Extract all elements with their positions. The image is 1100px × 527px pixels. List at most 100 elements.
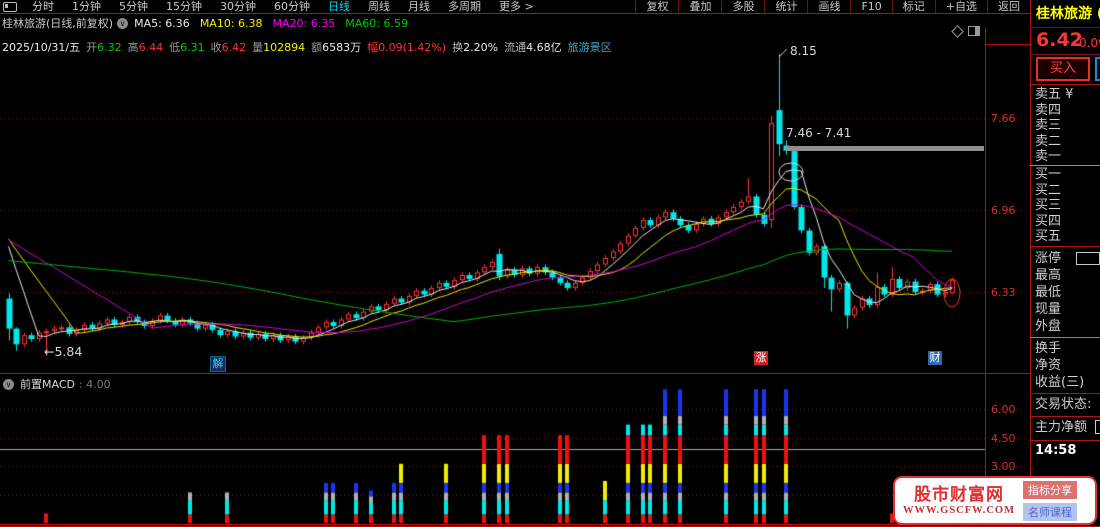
top-right-menu: 复权 叠加 多股 统计 画线 F10 标记 +自选 返回 [635, 0, 1030, 13]
nav-label: 净资 [1035, 358, 1062, 373]
bid-ask-divider [1030, 165, 1100, 166]
menu-back[interactable]: 返回 [987, 0, 1030, 13]
tab-1min[interactable]: 1分钟 [63, 0, 110, 13]
watermark-badge-indicator: 指标分享 [1023, 480, 1077, 499]
bid-5[interactable]: 买五 [1035, 229, 1061, 245]
badge-jie: 解 [210, 356, 226, 372]
macd-axis-600: 6.00 [991, 403, 1016, 416]
ma10-label: MA10: 6.38 [199, 16, 263, 30]
axis-top-line [985, 44, 1030, 45]
bid-levels: 买一 买二 买三 买四 买五 [1035, 167, 1061, 245]
menu-f10[interactable]: F10 [850, 0, 891, 13]
limit-up-value-box [1076, 252, 1100, 265]
ma-info-row: 桂林旅游(日线,前复权) ∨ MA5: 6.36 MA10: 6.38 MA20… [2, 15, 418, 31]
last-price: 6.42 [1036, 29, 1083, 51]
ask-2[interactable]: 卖二 [1035, 134, 1073, 150]
sub-panel-header: ∨ 前置MACD : 4.00 [3, 376, 111, 392]
panel-left-border [1030, 0, 1031, 527]
float-cap-value: 流通4.68亿 [504, 41, 562, 54]
trade-status-row: 交易状态: [1035, 396, 1091, 413]
menu-duogu[interactable]: 多股 [721, 0, 764, 13]
gap-range-annotation: 7.46 - 7.41 [786, 126, 852, 140]
window-icon[interactable] [3, 1, 17, 12]
panel-divider [0, 373, 1030, 374]
outer-vol-label: 外盘 [1035, 319, 1062, 334]
menu-huaxian[interactable]: 画线 [807, 0, 850, 13]
badge-zhang: 涨 [754, 351, 768, 365]
ma60-label: MA60: 6.59 [345, 16, 408, 30]
menu-biaoji[interactable]: 标记 [891, 0, 935, 13]
sector-tag[interactable]: 旅游景区 [568, 39, 612, 55]
high-value: 高6.44 [127, 41, 164, 54]
tab-5min[interactable]: 5分钟 [110, 0, 157, 13]
bottom-edge [0, 525, 1100, 527]
tab-60min[interactable]: 60分钟 [265, 0, 319, 13]
chevron-down-icon[interactable]: ∨ [3, 378, 14, 390]
market-time: 14:58 [1035, 443, 1077, 458]
bid-4[interactable]: 买四 [1035, 214, 1061, 230]
eps-label: 收益(三) [1035, 375, 1085, 390]
panel-divider [1030, 337, 1100, 338]
tab-30min[interactable]: 30分钟 [211, 0, 265, 13]
quote-info-1: 涨停 最高 最低 现量 外盘 [1035, 250, 1061, 335]
ask-1[interactable]: 卖一 [1035, 149, 1073, 165]
chart-canvas[interactable] [0, 0, 1100, 527]
tab-15min[interactable]: 15分钟 [157, 0, 211, 13]
indicator-name: 前置MACD [20, 378, 75, 391]
watermark-badge-course: 名师课程 [1023, 502, 1077, 521]
price-change: 0.09 [1079, 36, 1100, 50]
peak-price-annotation: 8.15 [790, 44, 817, 58]
panel-divider [1030, 27, 1100, 28]
ask-3[interactable]: 卖三 [1035, 118, 1073, 134]
suspension-bar [786, 146, 984, 151]
quote-info-2: 换手 净资 收益(三) [1035, 340, 1084, 391]
main-flow-label: 主力净额 [1035, 420, 1088, 435]
tab-weekly[interactable]: 周线 [359, 0, 399, 13]
panel-divider [1030, 416, 1100, 417]
open-value: 开6.32 [86, 41, 122, 54]
menu-divider [0, 13, 1030, 14]
tab-daily[interactable]: 日线 [319, 0, 359, 13]
ohlc-info-row: 2025/10/31/五 开6.32 高6.44 低6.31 收6.42 量10… [2, 39, 618, 55]
price-axis-line [985, 28, 986, 525]
volume-value: 量102894 [252, 41, 306, 54]
tab-monthly[interactable]: 月线 [399, 0, 439, 13]
panel-divider [1030, 54, 1100, 55]
indicator-param: : 4.00 [78, 377, 111, 391]
high-label: 最高 [1035, 268, 1062, 283]
tab-fenshi[interactable]: 分时 [23, 0, 63, 13]
badge-cai: 财 [928, 351, 942, 365]
buy-button[interactable]: 买入 [1036, 57, 1090, 81]
price-axis-633: 6.33 [991, 286, 1016, 299]
bid-2[interactable]: 买二 [1035, 183, 1061, 199]
ma5-label: MA5: 6.36 [134, 16, 190, 30]
trade-status-label: 交易状态: [1035, 397, 1092, 412]
macd-axis-300: 3.00 [991, 460, 1016, 473]
split-window-icon[interactable] [968, 26, 980, 36]
limit-up-label: 涨停 [1035, 251, 1062, 266]
tab-multi-period[interactable]: 多周期 [439, 0, 490, 13]
turnover-label: 换手 [1035, 341, 1062, 356]
trade-date: 2025/10/31/五 [2, 41, 81, 54]
menu-tongji[interactable]: 统计 [764, 0, 807, 13]
menu-add-watchlist[interactable]: +自选 [934, 0, 987, 13]
low-price-annotation: ←5.84 [44, 344, 83, 359]
diamond-icon[interactable] [951, 25, 964, 38]
bid-1[interactable]: 买一 [1035, 167, 1061, 183]
sell-button[interactable] [1095, 57, 1100, 81]
price-axis-696: 6.96 [991, 204, 1016, 217]
tab-more[interactable]: 更多 > [490, 0, 543, 13]
ask-5[interactable]: 卖五 ¥ [1035, 87, 1073, 103]
bid-3[interactable]: 买三 [1035, 198, 1061, 214]
chevron-down-icon[interactable]: ∨ [117, 17, 129, 29]
main-flow-icon [1095, 420, 1100, 434]
ask-4[interactable]: 卖四 [1035, 103, 1073, 119]
macd-axis-450: 4.50 [991, 432, 1016, 445]
stock-name: 桂林旅游 ( [1036, 6, 1100, 22]
panel-divider [1030, 440, 1100, 441]
ask-levels: 卖五 ¥ 卖四 卖三 卖二 卖一 [1035, 87, 1073, 165]
ma20-label: MA20: 6.35 [272, 16, 336, 30]
panel-divider [1030, 246, 1100, 247]
menu-diejia[interactable]: 叠加 [678, 0, 721, 13]
menu-fuquan[interactable]: 复权 [635, 0, 678, 13]
